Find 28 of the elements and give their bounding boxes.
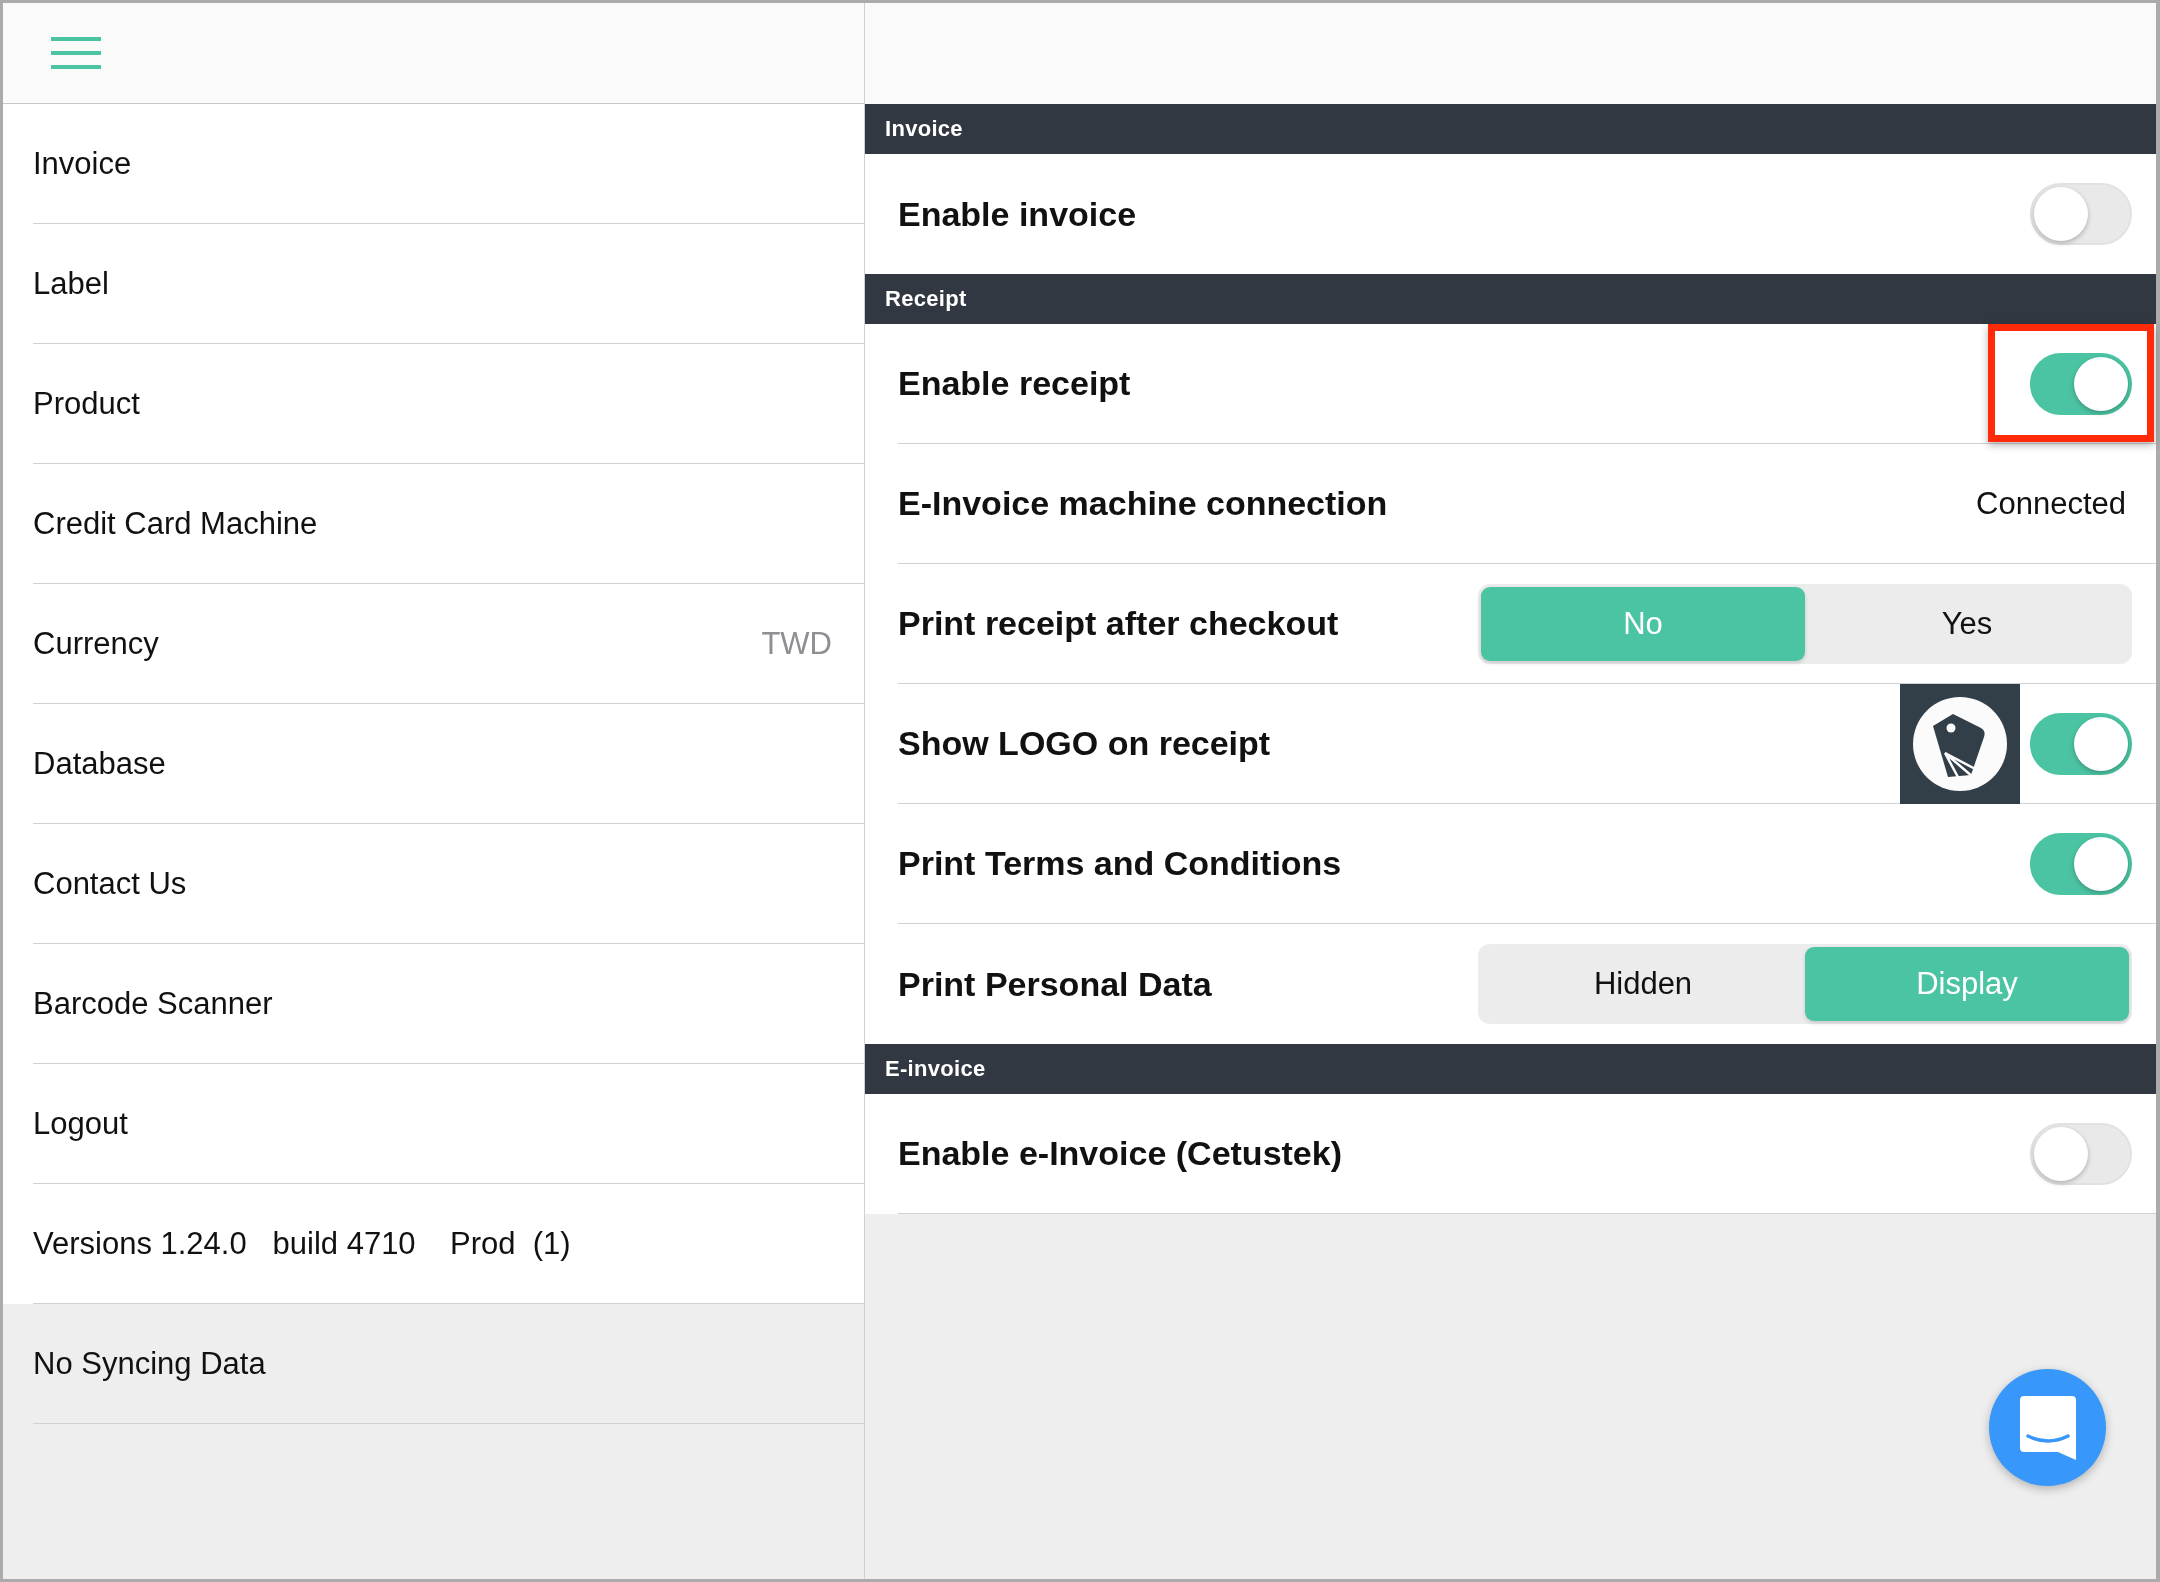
menu-item-label: Label	[33, 265, 109, 302]
menu-item-label: Currency	[33, 625, 159, 662]
segment-option[interactable]: Yes	[1805, 586, 2129, 661]
menu-item-label: Database	[33, 745, 166, 782]
setting-label: E-Invoice machine connection	[898, 484, 1388, 523]
menu-item-label: Barcode Scanner	[33, 985, 273, 1022]
setting-label: Enable receipt	[898, 364, 1131, 403]
menu-button[interactable]	[51, 36, 101, 70]
chat-bubble-icon	[2019, 1395, 2076, 1460]
segment-option[interactable]: Hidden	[1481, 947, 1805, 1021]
currency-value: TWD	[761, 625, 832, 662]
setting-label: Enable e-Invoice (Cetustek)	[898, 1134, 1342, 1173]
setting-label: Show LOGO on receipt	[898, 724, 1271, 763]
setting-label: Print Terms and Conditions	[898, 844, 1342, 883]
setting-label: Print receipt after checkout	[898, 604, 1339, 643]
menu-item-label: Credit Card Machine	[33, 505, 318, 542]
section-header: Receipt	[865, 274, 2156, 324]
section-header: Invoice	[865, 104, 2156, 154]
menu-item-label: Contact Us	[33, 865, 187, 902]
setting-label: Enable invoice	[898, 194, 1137, 234]
menu-item-label: Product	[33, 385, 140, 422]
menu-item-label: Invoice	[33, 145, 132, 182]
menu-item-label: Versions 1.24.0 build 4710 Prod (1)	[33, 1225, 571, 1262]
sync-status-text: No Syncing Data	[33, 1345, 266, 1382]
connection-status: Connected	[1976, 485, 2127, 522]
menu-item-label: Logout	[33, 1105, 128, 1142]
setting-label: Print Personal Data	[898, 964, 1212, 1004]
section-header: E-invoice	[865, 1044, 2156, 1094]
